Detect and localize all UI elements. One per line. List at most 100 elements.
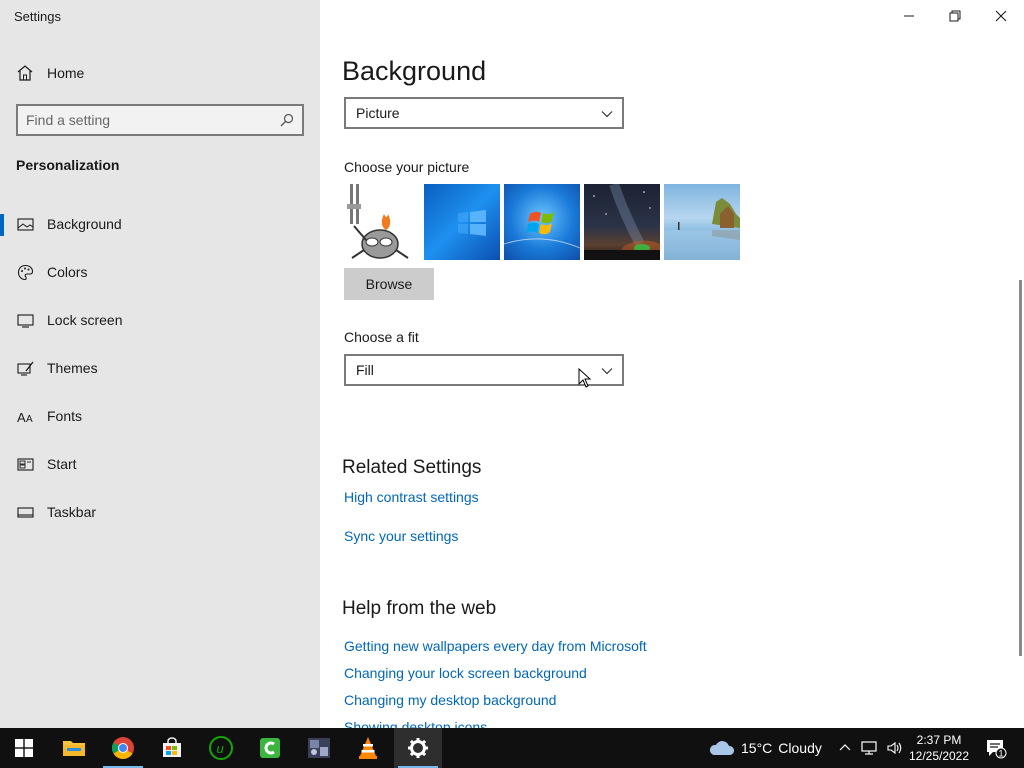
sidebar-item-label: Lock screen	[47, 312, 123, 328]
high-contrast-settings-link[interactable]: High contrast settings	[344, 489, 479, 505]
search-input[interactable]	[26, 110, 276, 130]
windows-logo-icon	[15, 739, 33, 757]
help-link[interactable]: Changing my desktop background	[344, 692, 556, 708]
sidebar-item-lock-screen[interactable]: Lock screen	[0, 296, 320, 344]
home-label: Home	[47, 65, 85, 81]
sidebar-item-start[interactable]: Start	[0, 440, 320, 488]
weather-condition: Cloudy	[778, 740, 822, 756]
chevron-down-icon	[601, 111, 613, 118]
browse-button[interactable]: Browse	[344, 268, 434, 300]
sidebar-item-taskbar[interactable]: Taskbar	[0, 488, 320, 536]
palette-icon	[17, 264, 34, 280]
gear-icon	[408, 738, 428, 758]
home-nav-item[interactable]: Home	[0, 56, 320, 90]
image-app-icon	[308, 738, 330, 758]
close-button[interactable]	[978, 0, 1024, 32]
sidebar-nav: Background Colors Lock screen Themes A A…	[0, 200, 320, 536]
choose-fit-value: Fill	[356, 362, 374, 378]
camtasia-icon	[260, 738, 280, 758]
window-caption-buttons	[886, 0, 1024, 32]
help-link[interactable]: Changing your lock screen background	[344, 665, 587, 681]
minimize-button[interactable]	[886, 0, 932, 32]
settings-window: Settings Home Personalization Backg	[0, 0, 1024, 728]
sidebar-item-label: Fonts	[47, 408, 83, 424]
sidebar-item-colors[interactable]: Colors	[0, 248, 320, 296]
beach-rocks-picture-icon	[664, 198, 740, 260]
background-type-dropdown[interactable]: Picture	[344, 97, 624, 129]
help-link[interactable]: Getting new wallpapers every day from Mi…	[344, 638, 647, 654]
weather-temperature: 15°C	[741, 740, 773, 756]
clock-date: 12/25/2022	[908, 749, 970, 763]
robot-picture-icon	[347, 184, 409, 259]
start-icon	[17, 457, 34, 471]
vertical-scrollbar[interactable]	[1019, 280, 1022, 656]
notification-icon: 1	[987, 740, 1007, 759]
volume-icon[interactable]	[886, 740, 904, 756]
picture-thumbnail[interactable]	[584, 184, 660, 260]
windows-7-wallpaper-icon	[504, 211, 580, 249]
taskbar: u 15°C Cloudy 2:37 PM 12/25/2022 1	[0, 728, 1024, 768]
svg-text:A: A	[17, 410, 26, 425]
picture-thumbnail[interactable]	[664, 184, 740, 260]
search-icon[interactable]	[280, 113, 294, 127]
minimize-icon	[904, 15, 914, 17]
search-box[interactable]	[16, 104, 304, 136]
chevron-down-icon	[601, 368, 613, 375]
vlc-icon	[359, 737, 377, 759]
folder-icon	[63, 741, 85, 756]
choose-fit-label: Choose a fit	[344, 329, 419, 345]
picture-thumbnails	[344, 184, 740, 260]
sync-settings-link[interactable]: Sync your settings	[344, 528, 458, 544]
section-title: Personalization	[16, 157, 120, 173]
windows-10-wallpaper-icon	[458, 210, 486, 236]
sidebar-item-fonts[interactable]: A A Fonts	[0, 392, 320, 440]
camtasia-taskbar-button[interactable]	[246, 728, 294, 768]
choose-picture-label: Choose your picture	[344, 159, 470, 175]
store-taskbar-button[interactable]	[148, 728, 196, 768]
network-icon[interactable]	[860, 740, 878, 756]
picture-thumbnail[interactable]	[504, 184, 580, 260]
upwork-taskbar-button[interactable]: u	[197, 728, 245, 768]
home-icon	[17, 65, 33, 81]
restore-button[interactable]	[932, 0, 978, 32]
svg-text:A: A	[26, 414, 33, 425]
vlc-taskbar-button[interactable]	[344, 728, 392, 768]
weather-widget[interactable]: 15°C Cloudy	[707, 728, 822, 768]
help-link[interactable]: Showing desktop icons	[344, 719, 487, 728]
sidebar-item-label: Background	[47, 216, 122, 232]
upwork-icon: u	[209, 736, 233, 760]
taskbar-icon	[17, 506, 34, 518]
system-tray	[838, 728, 904, 768]
chevron-up-icon[interactable]	[838, 741, 852, 755]
sidebar: Settings Home Personalization Backg	[0, 0, 320, 728]
sidebar-item-label: Start	[47, 456, 77, 472]
chrome-icon	[112, 737, 134, 759]
background-type-value: Picture	[356, 105, 400, 121]
lock-screen-icon	[17, 313, 34, 328]
sidebar-item-themes[interactable]: Themes	[0, 344, 320, 392]
settings-taskbar-button[interactable]	[394, 728, 442, 768]
cloud-icon	[709, 741, 735, 755]
action-center-button[interactable]: 1	[980, 728, 1012, 768]
start-button[interactable]	[0, 728, 48, 768]
taskbar-clock[interactable]: 2:37 PM 12/25/2022	[906, 732, 972, 764]
sidebar-item-label: Colors	[47, 264, 88, 280]
page-title: Background	[342, 56, 487, 86]
restore-icon	[949, 10, 961, 22]
clock-time: 2:37 PM	[916, 733, 962, 747]
picture-thumbnail[interactable]	[344, 184, 420, 260]
fonts-icon: A A	[17, 410, 33, 425]
help-from-web-heading: Help from the web	[342, 598, 497, 619]
image-app-taskbar-button[interactable]	[295, 728, 343, 768]
store-icon	[163, 737, 181, 757]
sidebar-item-label: Themes	[47, 360, 98, 376]
chrome-taskbar-button[interactable]	[99, 728, 147, 768]
file-explorer-taskbar-button[interactable]	[50, 728, 98, 768]
svg-text:u: u	[217, 741, 224, 756]
sidebar-item-background[interactable]: Background	[0, 200, 320, 248]
notification-count: 1	[998, 748, 1003, 758]
close-icon	[995, 10, 1007, 22]
picture-thumbnail[interactable]	[424, 184, 500, 260]
app-title: Settings	[14, 9, 61, 24]
main-content: Background Picture Choose your picture B…	[320, 0, 1024, 728]
